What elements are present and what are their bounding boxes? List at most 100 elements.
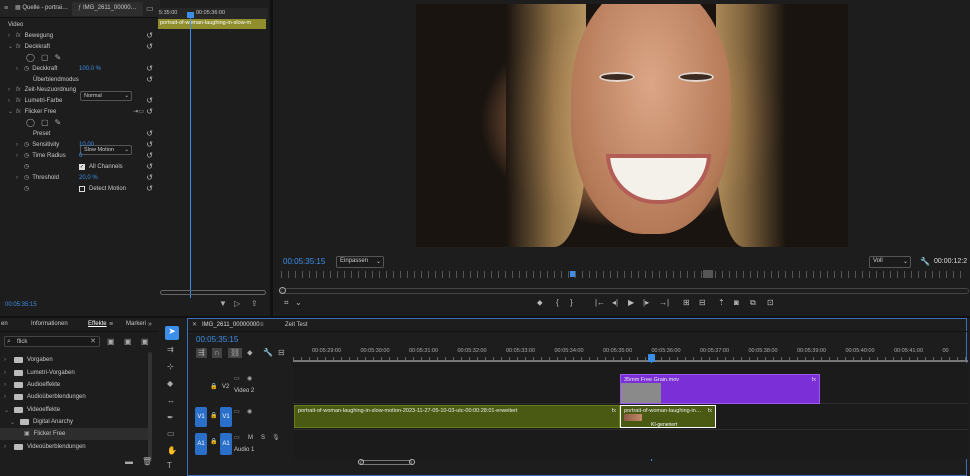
tree-lumetri[interactable]: › Lumetri-Vorgaben [0,367,150,379]
search-input[interactable]: flick [17,339,27,345]
threshold-value[interactable]: 20,0 % [79,175,98,181]
mark-out-icon[interactable]: } [570,299,573,307]
program-timecode[interactable]: 00:05:35:15 [283,257,325,266]
type-tool-icon[interactable]: T [167,462,172,470]
chevron-right-icon[interactable]: › [16,142,24,148]
effects-search[interactable]: ⌕ flick ✕ [4,336,100,347]
reset-icon[interactable]: ↺ [146,64,153,73]
quality-select[interactable]: Voll ⌄ [869,256,911,268]
captions-icon[interactable]: ⊟ [278,349,285,357]
chevron-right-icon[interactable]: › [4,444,12,450]
insert-icon[interactable]: ⊞ [683,299,690,307]
rect-mask-icon[interactable]: ▢ [41,53,49,62]
clear-icon[interactable]: ✕ [90,338,96,345]
stopwatch-icon[interactable]: ◷ [24,164,29,170]
reset-icon[interactable]: ↺ [146,75,153,84]
compare-icon[interactable]: ⧉ [750,299,756,307]
chevron-right-icon[interactable]: › [8,87,16,93]
lock-icon[interactable]: 🔒 [210,439,217,445]
ellipse-mask-icon[interactable]: ◯ [26,118,35,127]
reset-icon[interactable]: ↺ [146,173,153,182]
tree-videouberblendungen[interactable]: › Videoüberblendungen [0,441,150,453]
reset-icon[interactable]: ↺ [146,129,153,138]
program-playhead[interactable] [570,271,575,277]
tree-flicker-free[interactable]: ▣ Flicker Free [0,428,150,440]
sensitivity-value[interactable]: 10,00 [79,142,94,148]
accelerated-icon[interactable]: ▣ [107,338,115,346]
nest-icon[interactable]: ⇶ [196,348,207,358]
export-icon[interactable]: ⇪ [251,300,258,308]
tab-prev[interactable]: en [1,321,8,327]
tab-info[interactable]: Informationen [31,321,68,327]
ellipse-mask-icon[interactable]: ◯ [26,53,35,62]
time-radius-value[interactable]: 6 [79,153,82,159]
step-back-icon[interactable]: ◂| [612,299,618,307]
mark-in-icon[interactable]: { [556,299,559,307]
lift-icon[interactable]: ⇡ [718,299,725,307]
mute-button[interactable]: M [248,435,253,441]
effect-bewegung[interactable]: › fx Bewegung ↺ [8,30,158,41]
play-only-icon[interactable]: ▷ [234,300,240,308]
track-a1-label[interactable]: A1 [220,433,232,455]
stopwatch-icon[interactable]: ◷ [24,153,29,159]
close-icon[interactable]: ✕ [192,322,197,328]
ripple-edit-icon[interactable]: ⊹ [167,363,174,371]
effect-deckkraft[interactable]: ⌄ fx Deckkraft ↺ [8,41,158,52]
panel-menu-icon[interactable]: ≡ [4,5,8,12]
new-bin-icon[interactable]: ▬ [125,458,133,466]
chevron-right-icon[interactable]: › [4,370,12,376]
zoom-handle-left[interactable] [279,287,286,294]
stopwatch-icon[interactable]: ◷ [24,142,29,148]
marker-add-icon[interactable]: ⬥ [247,349,253,357]
stopwatch-icon[interactable]: ◷ [24,186,29,192]
delete-icon[interactable]: 🗑 [142,458,152,466]
timeline-timecode[interactable]: 00:05:35:15 [196,335,238,344]
reset-icon[interactable]: ↺ [146,31,153,40]
chevron-down-icon[interactable]: ⌄ [8,43,16,50]
tree-audioeffekte[interactable]: › Audioeffekte [0,379,150,391]
mini-playhead[interactable] [190,12,191,298]
wrench-icon[interactable]: 🔧 [263,349,273,357]
expand-icon[interactable]: ▭ [146,5,154,13]
fx-badge-icon[interactable]: ⇥▭ [133,109,144,115]
effect-lumetri[interactable]: › fx Lumetri-Farbe ↺ [8,95,158,106]
toggle-output-icon[interactable]: ▭ [234,409,240,415]
chevron-right-icon[interactable]: › [4,394,12,400]
chevron-right-icon[interactable]: › [4,357,12,363]
mini-scrollbar[interactable] [160,290,266,295]
toggle-output-icon[interactable]: ▭ [234,376,240,382]
toggle-output-icon[interactable]: ▭ [234,435,240,441]
chevron-right-icon[interactable]: › [8,33,16,39]
chevron-right-icon[interactable]: › [8,98,16,104]
eye-icon[interactable]: ◉ [247,409,252,415]
chevron-right-icon[interactable]: › [16,175,24,181]
linked-icon[interactable]: ⛓ [228,348,243,358]
go-to-in-icon[interactable]: |← [595,299,605,307]
lock-icon[interactable]: 🔒 [210,413,217,419]
checkbox-unchecked[interactable] [79,185,85,192]
tab-source[interactable]: ▦ Quelle - portrai… [9,2,74,16]
overwrite-icon[interactable]: ⊟ [699,299,706,307]
step-forward-icon[interactable]: |▸ [643,299,649,307]
chevron-down-icon[interactable]: ⌄ [8,108,16,115]
eye-icon[interactable]: ◉ [247,376,252,382]
chevron-right-icon[interactable]: › [4,382,12,388]
filter-icon[interactable]: ▼ [219,300,227,308]
32bit-icon[interactable]: ▣ [124,338,132,346]
reset-icon[interactable]: ↺ [146,96,153,105]
pen-tool-icon[interactable]: ✒ [167,414,174,422]
effects-scrollbar[interactable] [148,352,152,462]
program-ruler[interactable] [281,271,967,278]
mini-clip[interactable]: portrait-of-woman-laughing-in-slow-m [158,19,266,29]
stopwatch-icon[interactable]: ◷ [24,66,29,72]
microphone-icon[interactable]: 🎙 [272,435,280,441]
wrench-icon[interactable]: 🔧 [920,258,930,266]
camera-icon[interactable]: ◙ [734,299,739,307]
work-area-bar[interactable] [293,360,968,362]
tab-zeit-test[interactable]: Zeit Test [285,322,308,328]
snap-icon[interactable]: ∩ [212,348,222,358]
tree-videoeffekte[interactable]: ⌄ Videoeffekte [0,404,150,416]
source-patch-v1[interactable]: V1 [195,407,207,427]
marker-icon[interactable]: ⬥ [537,299,543,307]
stopwatch-icon[interactable]: ◷ [24,175,29,181]
